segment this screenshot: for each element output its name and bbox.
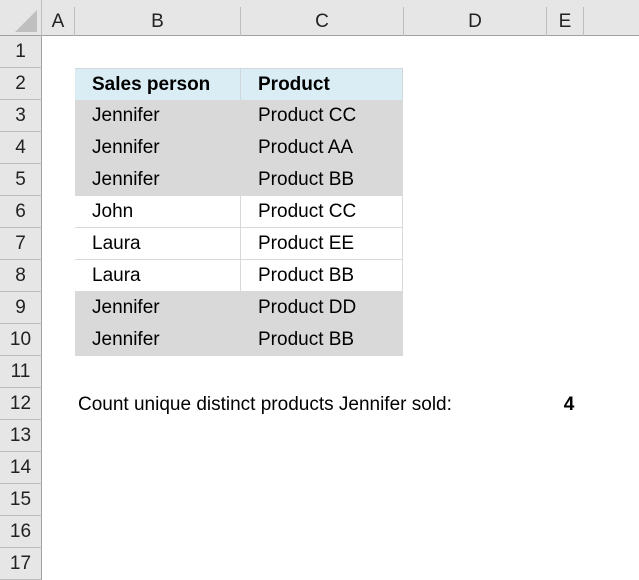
row-header[interactable]: 4 bbox=[0, 132, 42, 164]
column-header-c[interactable]: C bbox=[241, 7, 404, 36]
column-header-d[interactable]: D bbox=[404, 7, 547, 36]
header-cell-product[interactable]: Product bbox=[241, 68, 403, 100]
row-header[interactable]: 2 bbox=[0, 68, 42, 100]
header-cell-sales-person[interactable]: Sales person bbox=[75, 68, 241, 100]
result-label[interactable]: Count unique distinct products Jennifer … bbox=[78, 389, 452, 421]
row-header[interactable]: 5 bbox=[0, 164, 42, 196]
cell-product[interactable]: Product BB bbox=[241, 260, 403, 292]
cell-sales-person[interactable]: Jennifer bbox=[75, 324, 241, 356]
row-header[interactable]: 15 bbox=[0, 484, 42, 516]
cell-product[interactable]: Product EE bbox=[241, 228, 403, 260]
cell-product[interactable]: Product CC bbox=[241, 196, 403, 228]
row-header[interactable]: 10 bbox=[0, 324, 42, 356]
cell-product[interactable]: Product BB bbox=[241, 324, 403, 356]
row-header[interactable]: 6 bbox=[0, 196, 42, 228]
row-header[interactable]: 8 bbox=[0, 260, 42, 292]
select-all-triangle-icon bbox=[15, 10, 37, 32]
row-header[interactable]: 1 bbox=[0, 36, 42, 68]
cell-product[interactable]: Product DD bbox=[241, 292, 403, 324]
cell-product[interactable]: Product AA bbox=[241, 132, 403, 164]
cell-sales-person[interactable]: Laura bbox=[75, 228, 241, 260]
cell-sales-person[interactable]: Jennifer bbox=[75, 132, 241, 164]
result-value[interactable]: 4 bbox=[547, 389, 591, 421]
cell-sales-person[interactable]: Jennifer bbox=[75, 292, 241, 324]
cell-product[interactable]: Product BB bbox=[241, 164, 403, 196]
spreadsheet: A B C D E 1 2 3 4 5 6 7 8 9 10 11 12 13 14 15 16 17 Sale… bbox=[0, 0, 639, 580]
cell-sales-person[interactable]: Jennifer bbox=[75, 164, 241, 196]
column-header-row: A B C D E bbox=[0, 0, 639, 36]
row-header[interactable]: 9 bbox=[0, 292, 42, 324]
cell-sales-person[interactable]: John bbox=[75, 196, 241, 228]
row-header[interactable]: 3 bbox=[0, 100, 42, 132]
column-header-e[interactable]: E bbox=[547, 7, 584, 36]
row-header[interactable]: 7 bbox=[0, 228, 42, 260]
cell-sales-person[interactable]: Laura bbox=[75, 260, 241, 292]
row-header[interactable]: 17 bbox=[0, 548, 42, 580]
column-header-a[interactable]: A bbox=[42, 7, 75, 36]
cell-sales-person[interactable]: Jennifer bbox=[75, 100, 241, 132]
row-header[interactable]: 16 bbox=[0, 516, 42, 548]
row-header[interactable]: 11 bbox=[0, 356, 42, 388]
select-all-corner[interactable] bbox=[0, 0, 42, 36]
row-header[interactable]: 13 bbox=[0, 420, 42, 452]
cell-product[interactable]: Product CC bbox=[241, 100, 403, 132]
column-header-b[interactable]: B bbox=[75, 7, 241, 36]
row-header[interactable]: 14 bbox=[0, 452, 42, 484]
row-header[interactable]: 12 bbox=[0, 388, 42, 420]
